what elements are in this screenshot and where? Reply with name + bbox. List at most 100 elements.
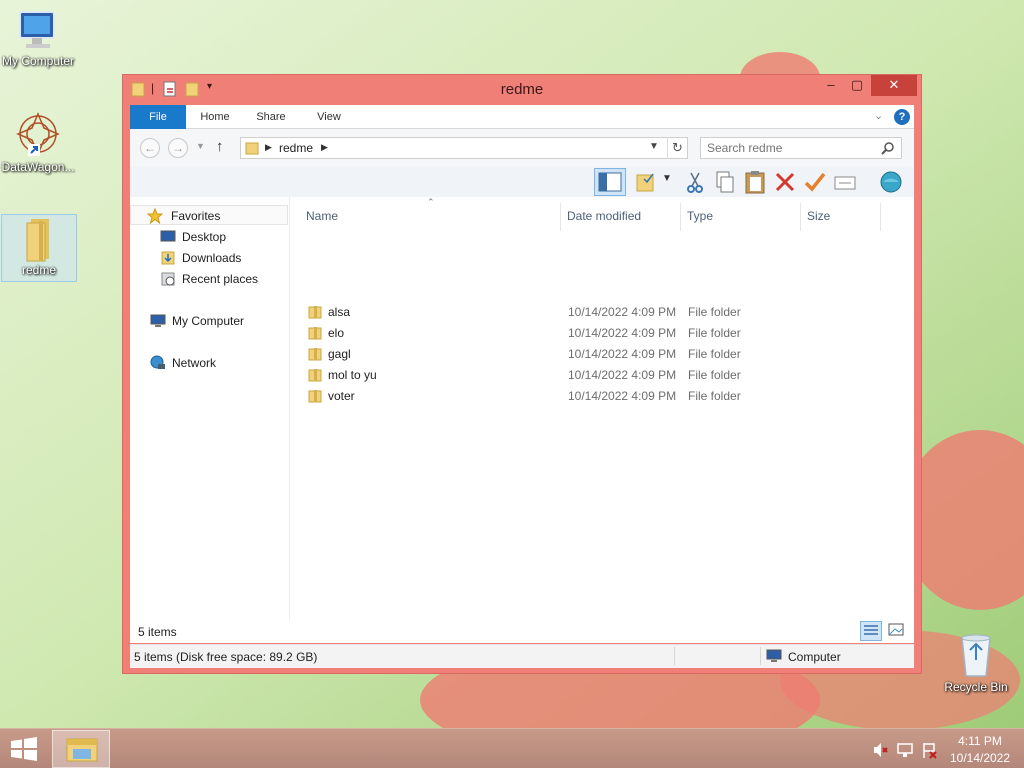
back-button[interactable]: ← bbox=[140, 138, 160, 158]
copy-icon[interactable] bbox=[712, 169, 738, 195]
file-date: 10/14/2022 4:09 PM bbox=[568, 305, 677, 319]
status-text: 5 items (Disk free space: 89.2 GB) bbox=[134, 650, 318, 664]
file-type: File folder bbox=[688, 368, 741, 382]
close-button[interactable]: ✕ bbox=[871, 75, 917, 96]
recent-places-icon bbox=[161, 272, 175, 286]
navigation-pane: Favorites Desktop Downloads Recent place… bbox=[130, 197, 290, 621]
network-icon bbox=[150, 355, 165, 369]
tab-view[interactable]: View bbox=[304, 105, 354, 129]
breadcrumb-chevron-icon[interactable]: ▶ bbox=[265, 142, 272, 153]
taskbar-file-explorer-button[interactable] bbox=[52, 730, 110, 768]
nav-item-label: Recent places bbox=[182, 272, 259, 286]
file-name: mol to yu bbox=[328, 368, 377, 382]
search-input[interactable] bbox=[707, 141, 877, 155]
nav-item-label: Desktop bbox=[182, 230, 227, 244]
tab-share[interactable]: Share bbox=[246, 105, 296, 129]
items-count: 5 items bbox=[138, 625, 177, 639]
windows-logo-icon[interactable] bbox=[10, 737, 38, 761]
folder-icon bbox=[308, 327, 322, 340]
window-title: redme bbox=[500, 81, 544, 98]
rename-check-icon[interactable] bbox=[802, 169, 828, 195]
chevron-down-icon[interactable]: ▼ bbox=[649, 141, 659, 152]
status-location: Computer bbox=[766, 648, 841, 667]
file-date: 10/14/2022 4:09 PM bbox=[568, 326, 677, 340]
refresh-button[interactable]: ↻ bbox=[667, 138, 687, 158]
forward-button[interactable]: → bbox=[168, 138, 188, 158]
tab-file[interactable]: File bbox=[130, 105, 186, 129]
large-icons-view-icon bbox=[888, 623, 904, 636]
column-header-date-modified[interactable]: Date modified bbox=[567, 205, 641, 227]
tab-home[interactable]: Home bbox=[190, 105, 240, 129]
preview-pane-icon bbox=[598, 172, 622, 192]
select-all-icon[interactable] bbox=[832, 169, 858, 195]
nav-item-label: My Computer bbox=[172, 314, 245, 328]
clock-time[interactable]: 4:11 PM bbox=[940, 734, 1020, 748]
large-icons-view-button[interactable] bbox=[886, 621, 908, 641]
folder-icon bbox=[26, 219, 49, 262]
address-bar: ← → ▼ ↑ ▶ redme ▶ ▼ ↻ bbox=[130, 129, 914, 167]
search-field[interactable] bbox=[700, 137, 902, 159]
column-divider[interactable] bbox=[560, 203, 561, 231]
paste-icon[interactable] bbox=[742, 169, 768, 195]
system-tray bbox=[874, 743, 937, 759]
details-view-button[interactable] bbox=[860, 621, 882, 641]
details-view-icon bbox=[864, 625, 878, 635]
file-row[interactable]: alsa 10/14/2022 4:09 PM File folder bbox=[300, 302, 900, 323]
folder-options-icon[interactable] bbox=[634, 169, 660, 195]
desktop-icon-my-computer[interactable]: My Computer bbox=[0, 8, 76, 68]
command-toolbar: ▼ bbox=[130, 167, 914, 197]
column-divider[interactable] bbox=[880, 203, 881, 231]
preview-pane-button[interactable] bbox=[594, 168, 626, 196]
title-bar[interactable]: | ▾ redme – ▢ ✕ bbox=[123, 75, 921, 105]
column-header-size[interactable]: Size bbox=[807, 205, 830, 227]
taskbar: 4:11 PM 10/14/2022 bbox=[0, 728, 1024, 768]
ribbon-expand-icon[interactable]: ⌄ bbox=[874, 109, 883, 122]
action-center-flag-icon bbox=[923, 743, 937, 759]
file-date: 10/14/2022 4:09 PM bbox=[568, 368, 677, 382]
file-list: ⌃ Name Date modified Type Size alsa 10/1… bbox=[290, 197, 914, 621]
clock-date[interactable]: 10/14/2022 bbox=[940, 751, 1020, 765]
file-date: 10/14/2022 4:09 PM bbox=[568, 389, 677, 403]
file-row[interactable]: gagl 10/14/2022 4:09 PM File folder bbox=[300, 344, 900, 365]
breadcrumb-redme[interactable]: redme bbox=[279, 141, 313, 155]
file-row[interactable]: voter 10/14/2022 4:09 PM File folder bbox=[300, 386, 900, 407]
column-header-name[interactable]: Name bbox=[306, 205, 338, 227]
search-icon[interactable] bbox=[881, 141, 895, 155]
folder-icon bbox=[308, 306, 322, 319]
desktop-icon bbox=[160, 230, 176, 242]
desktop-icon-label: My Computer bbox=[1, 54, 75, 68]
column-header-type[interactable]: Type bbox=[687, 205, 713, 227]
recent-locations-icon[interactable]: ▼ bbox=[196, 141, 205, 151]
column-divider[interactable] bbox=[680, 203, 681, 231]
downloads-icon bbox=[161, 251, 175, 265]
nav-item-favorites[interactable]: Favorites bbox=[130, 205, 288, 225]
breadcrumb-chevron-icon[interactable]: ▶ bbox=[321, 142, 328, 153]
column-divider[interactable] bbox=[800, 203, 801, 231]
desktop-icon-redme[interactable]: redme bbox=[1, 214, 77, 282]
nav-item-label: Network bbox=[172, 356, 217, 370]
delete-icon[interactable] bbox=[772, 169, 798, 195]
cut-icon[interactable] bbox=[682, 169, 708, 195]
desktop-icon-label: redme bbox=[21, 263, 56, 277]
computer-icon bbox=[150, 314, 166, 327]
volume-muted-icon bbox=[874, 743, 888, 757]
minimize-button[interactable]: – bbox=[819, 75, 843, 96]
help-icon[interactable]: ? bbox=[894, 109, 910, 125]
globe-icon[interactable] bbox=[878, 169, 904, 195]
folder-icon bbox=[245, 142, 259, 155]
up-button[interactable]: ↑ bbox=[216, 138, 224, 155]
network-status-icon bbox=[897, 743, 913, 757]
file-row[interactable]: elo 10/14/2022 4:09 PM File folder bbox=[300, 323, 900, 344]
desktop-icon-datawagon[interactable]: DataWagon... bbox=[0, 110, 76, 174]
ribbon-tabs: File Home Share View ⌄ ? bbox=[130, 105, 914, 129]
desktop-icon-label: DataWagon... bbox=[1, 160, 75, 174]
address-field[interactable]: ▶ redme ▶ ▼ ↻ bbox=[240, 137, 688, 159]
sort-ascending-icon: ⌃ bbox=[427, 197, 435, 207]
nav-item-label: Downloads bbox=[182, 251, 242, 265]
maximize-button[interactable]: ▢ bbox=[845, 75, 869, 96]
nav-item-label: Favorites bbox=[171, 209, 221, 223]
status-bar: 5 items (Disk free space: 89.2 GB) Compu… bbox=[130, 644, 914, 668]
file-row[interactable]: mol to yu 10/14/2022 4:09 PM File folder bbox=[300, 365, 900, 386]
desktop-icon-recycle-bin[interactable]: Recycle Bin bbox=[938, 630, 1014, 694]
status-divider bbox=[674, 647, 675, 665]
